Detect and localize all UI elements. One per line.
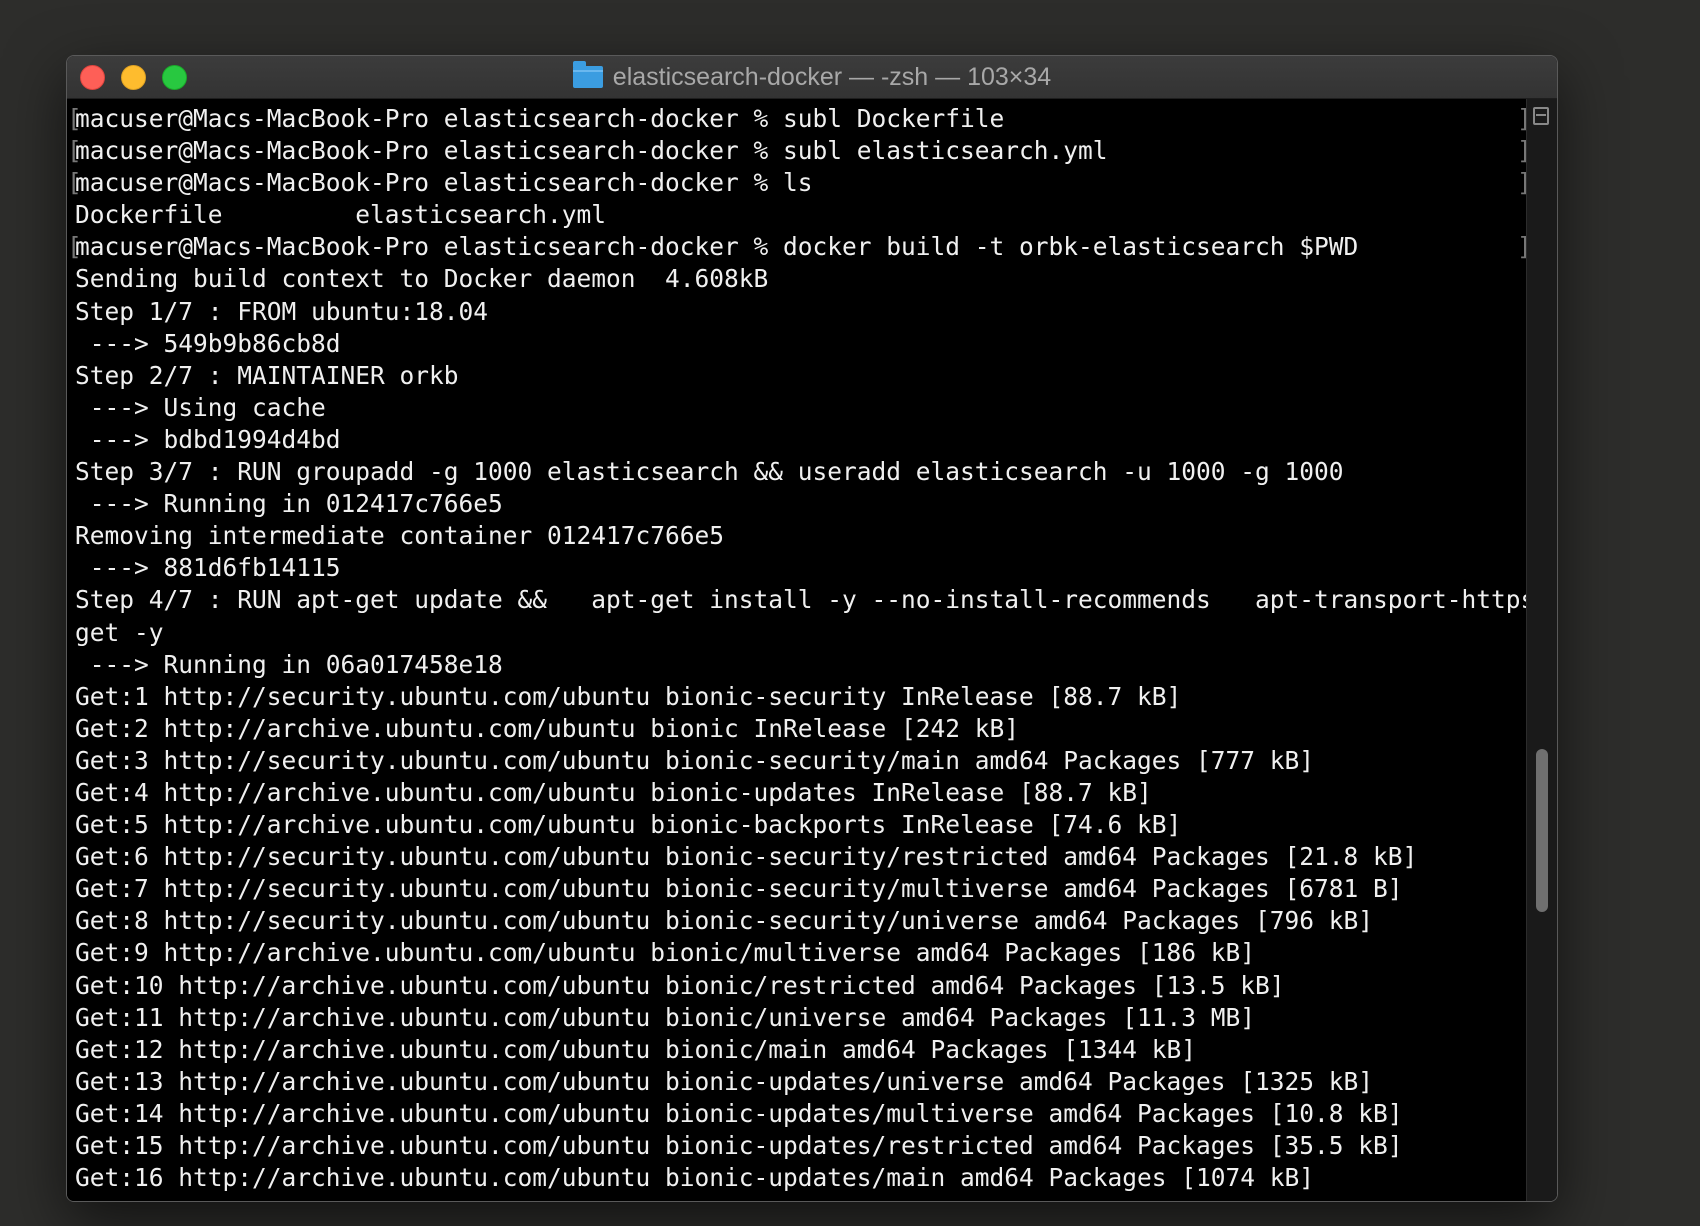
output-line: ---> Running in 012417c766e5 — [75, 489, 503, 519]
prompt-line: macuser@Macs-MacBook-Pro elasticsearch-d… — [67, 135, 1527, 167]
output-line: ---> Running in 06a017458e18 — [75, 649, 503, 679]
output-line: ---> 881d6fb14115 — [75, 553, 341, 583]
split-pane-icon[interactable] — [1533, 107, 1549, 125]
output-line: Step 3/7 : RUN groupadd -g 1000 elastics… — [75, 457, 1344, 487]
output-line: Step 4/7 : RUN apt-get update && apt-get… — [75, 585, 1527, 615]
output-line: get -y — [75, 617, 164, 647]
scrollbar-thumb[interactable] — [1536, 749, 1548, 912]
prompt-line: macuser@Macs-MacBook-Pro elasticsearch-d… — [67, 167, 1527, 199]
output-line: Get:4 http://archive.ubuntu.com/ubuntu b… — [75, 777, 1152, 807]
output-line: Get:5 http://archive.ubuntu.com/ubuntu b… — [75, 810, 1182, 840]
output-line: Get:7 http://security.ubuntu.com/ubuntu … — [75, 874, 1403, 904]
output-line: Get:3 http://security.ubuntu.com/ubuntu … — [75, 745, 1315, 775]
output-line: Sending build context to Docker daemon 4… — [75, 264, 769, 294]
terminal-output[interactable]: macuser@Macs-MacBook-Pro elasticsearch-d… — [67, 99, 1527, 1201]
output-line: ---> 549b9b86cb8d — [75, 328, 341, 358]
output-line: Dockerfile elasticsearch.yml — [75, 200, 607, 230]
output-line: Get:12 http://archive.ubuntu.com/ubuntu … — [75, 1034, 1197, 1064]
output-line: Step 2/7 : MAINTAINER orkb — [75, 360, 459, 390]
title-bar[interactable]: elasticsearch-docker — -zsh — 103×34 — [67, 56, 1557, 99]
output-line: Get:8 http://security.ubuntu.com/ubuntu … — [75, 906, 1374, 936]
prompt-line: macuser@Macs-MacBook-Pro elasticsearch-d… — [67, 103, 1527, 135]
output-line: Step 1/7 : FROM ubuntu:18.04 — [75, 296, 489, 326]
terminal-window: elasticsearch-docker — -zsh — 103×34 mac… — [66, 55, 1558, 1202]
output-line: Get:14 http://archive.ubuntu.com/ubuntu … — [75, 1098, 1403, 1128]
terminal-lines: macuser@Macs-MacBook-Pro elasticsearch-d… — [67, 99, 1527, 1194]
output-line: ---> Using cache — [75, 392, 326, 422]
output-line: Get:9 http://archive.ubuntu.com/ubuntu b… — [75, 938, 1256, 968]
output-line: Get:2 http://archive.ubuntu.com/ubuntu b… — [75, 713, 1020, 743]
output-line: Get:16 http://archive.ubuntu.com/ubuntu … — [75, 1163, 1315, 1193]
output-line: Get:6 http://security.ubuntu.com/ubuntu … — [75, 842, 1418, 872]
scrollbar[interactable] — [1526, 99, 1557, 1201]
output-line: Get:10 http://archive.ubuntu.com/ubuntu … — [75, 970, 1285, 1000]
output-line: Get:13 http://archive.ubuntu.com/ubuntu … — [75, 1066, 1374, 1096]
output-line: Get:15 http://archive.ubuntu.com/ubuntu … — [75, 1131, 1403, 1160]
folder-icon — [572, 61, 603, 88]
window-title: elasticsearch-docker — -zsh — 103×34 — [67, 56, 1557, 98]
prompt-line: macuser@Macs-MacBook-Pro elasticsearch-d… — [67, 231, 1527, 263]
output-line: Removing intermediate container 012417c7… — [75, 521, 725, 551]
output-line: ---> bdbd1994d4bd — [75, 424, 341, 454]
output-line: Get:1 http://security.ubuntu.com/ubuntu … — [75, 681, 1182, 711]
window-title-text: elasticsearch-docker — -zsh — 103×34 — [612, 62, 1052, 91]
output-line: Get:11 http://archive.ubuntu.com/ubuntu … — [75, 1002, 1256, 1032]
